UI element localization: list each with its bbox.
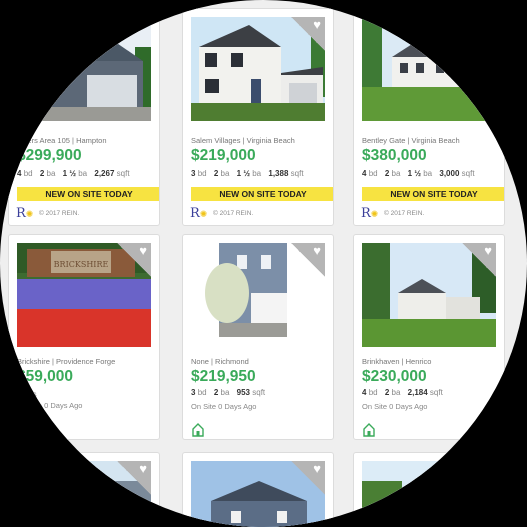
listing-photo[interactable]: ♥: [17, 461, 151, 527]
listing-stats: 4 bd 2 ba 2,184 sqft: [362, 388, 443, 397]
listing-area: Brinkhaven | Henrico: [362, 357, 432, 366]
listing-price: $230,000: [362, 368, 427, 385]
listing-photo[interactable]: ♥: [362, 461, 496, 527]
house-logo-icon: [192, 423, 204, 437]
listing-stats: 4 bd 2 ba 1 ½ ba 2,267 sqft: [17, 169, 130, 178]
listing-photo[interactable]: ♥: [191, 17, 325, 121]
heart-icon[interactable]: ♥: [117, 461, 151, 495]
heart-icon[interactable]: ♥: [462, 243, 496, 277]
on-site-text: On Site 0 Days Ago: [362, 402, 428, 411]
listing-price: $219,000: [191, 147, 256, 164]
new-listing-banner: NEW ON SITE TODAY: [362, 187, 504, 201]
listing-price: $380,000: [362, 147, 427, 164]
house-logo-icon: [363, 423, 375, 437]
listing-photo[interactable]: ♥: [191, 461, 325, 527]
listing-area: Bentley Gate | Virginia Beach: [362, 136, 460, 145]
listing-stats: 4 bd 2 ba 1 ½ ba 3,000 sqft: [362, 169, 475, 178]
listing-photo[interactable]: [17, 17, 151, 121]
listings-viewport: ...ners Area 105 | Hampton $299,900 4 bd…: [0, 0, 527, 527]
rein-logo-icon: R✺: [16, 206, 34, 221]
heart-icon[interactable]: ♥: [291, 461, 325, 495]
rein-logo-icon: R✺: [190, 206, 208, 221]
listing-card[interactable]: ...ners Area 105 | Hampton $299,900 4 bd…: [8, 8, 160, 226]
listing-card[interactable]: BRICKSHIRE ♥ Brickshire | Providence For…: [8, 234, 160, 440]
heart-icon[interactable]: ♥: [462, 17, 496, 51]
sign-text: BRICKSHIRE: [54, 260, 109, 269]
new-listing-banner: NEW ON SITE TODAY: [17, 187, 159, 201]
listing-stats: acres: [17, 390, 37, 399]
listing-price: $299,900: [17, 147, 82, 164]
heart-icon[interactable]: ♥: [117, 243, 151, 277]
listing-area: ...ners Area 105 | Hampton: [17, 136, 107, 145]
heart-icon[interactable]: ♥: [462, 461, 496, 495]
listing-card[interactable]: ♥: [353, 452, 505, 527]
listing-card[interactable]: ♥ Salem Villages | Virginia Beach $219,0…: [182, 8, 334, 226]
listing-card[interactable]: ♥: [8, 452, 160, 527]
listing-stats: 3 bd 2 ba 1 ½ ba 1,388 sqft: [191, 169, 304, 178]
listing-card[interactable]: ♥ Bentley Gate | Virginia Beach $380,000…: [353, 8, 505, 226]
heart-icon[interactable]: ♥: [291, 17, 325, 51]
rein-logo-icon: R✺: [361, 206, 379, 221]
on-site-text: On Site 0 Days Ago: [17, 401, 83, 410]
listing-card[interactable]: ♥ Brinkhaven | Henrico $230,000 4 bd 2 b…: [353, 234, 505, 440]
listing-photo[interactable]: ♥: [191, 243, 325, 347]
listing-area: Brickshire | Providence Forge: [17, 357, 116, 366]
listing-card[interactable]: ♥ None | Richmond $219,950 3 bd 2 ba 953…: [182, 234, 334, 440]
heart-icon[interactable]: ♥: [291, 243, 325, 277]
listing-card[interactable]: ♥: [182, 452, 334, 527]
copyright-text: © 2017 REIN.: [39, 210, 80, 217]
listing-area: Salem Villages | Virginia Beach: [191, 136, 295, 145]
listing-price: $219,950: [191, 368, 256, 385]
listing-stats: 3 bd 2 ba 953 sqft: [191, 388, 266, 397]
copyright-text: © 2017 REIN.: [384, 210, 425, 217]
listing-photo[interactable]: ♥: [362, 243, 496, 347]
on-site-text: On Site 0 Days Ago: [191, 402, 257, 411]
listing-photo[interactable]: ♥: [362, 17, 496, 121]
copyright-text: © 2017 REIN.: [213, 210, 254, 217]
new-listing-banner: NEW ON SITE TODAY: [191, 187, 333, 201]
listing-price: $59,000: [17, 368, 74, 385]
listing-photo[interactable]: BRICKSHIRE ♥: [17, 243, 151, 347]
listing-area: None | Richmond: [191, 357, 249, 366]
